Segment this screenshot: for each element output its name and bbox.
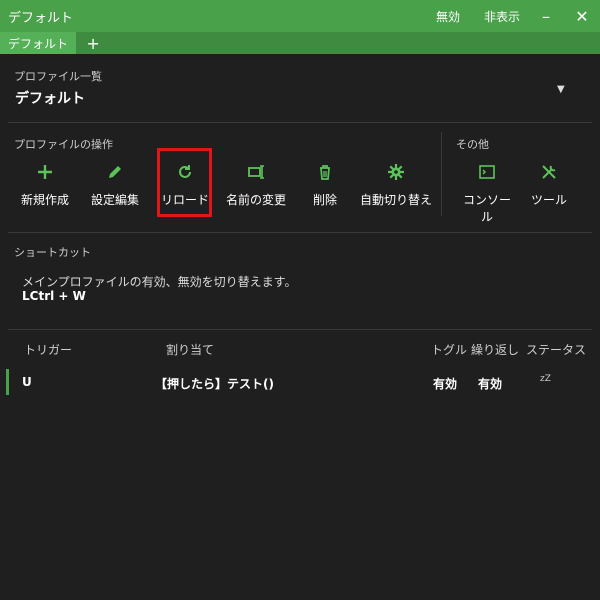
shortcut-label: ショートカット	[14, 246, 91, 259]
sleep-icon: zZ	[540, 374, 551, 384]
rename-button[interactable]: 名前の変更	[222, 163, 290, 208]
console-button[interactable]: コンソール	[458, 163, 516, 225]
minimize-button[interactable]: –	[528, 0, 564, 32]
row-trigger: U	[22, 375, 32, 389]
col-repeat[interactable]: 繰り返し	[471, 341, 519, 358]
col-toggle[interactable]: トグル	[431, 341, 467, 358]
other-label: その他	[456, 138, 489, 151]
edit-settings-label: 設定編集	[90, 193, 139, 207]
new-profile-label: 新規作成	[20, 193, 69, 207]
profile-dropdown[interactable]: デフォルト	[15, 88, 85, 108]
new-profile-button[interactable]: 新規作成	[14, 163, 76, 208]
row-assignment: 【押したら】テスト()	[155, 377, 274, 391]
auto-switch-button[interactable]: 自動切り替え	[358, 163, 434, 208]
gear-icon	[358, 163, 434, 185]
rename-label: 名前の変更	[225, 193, 286, 207]
shortcut-keys: LCtrl + W	[22, 289, 86, 303]
tools-button[interactable]: ツール	[528, 163, 570, 208]
hide-button[interactable]: 非表示	[484, 8, 520, 25]
highlight-box	[157, 148, 212, 217]
plus-icon	[14, 163, 76, 185]
row-toggle: 有効	[433, 377, 458, 391]
divider	[8, 122, 592, 123]
chevron-down-icon[interactable]: ▼	[557, 84, 565, 95]
col-trigger[interactable]: トリガー	[24, 341, 72, 358]
col-status[interactable]: ステータス	[526, 341, 586, 358]
profile-list-label: プロファイル一覧	[14, 70, 102, 83]
title-bar: デフォルト 無効 非表示 – ✕	[0, 0, 600, 32]
vertical-divider	[441, 132, 442, 216]
edit-settings-button[interactable]: 設定編集	[84, 163, 146, 208]
tab-default[interactable]: デフォルト	[0, 32, 77, 54]
delete-button[interactable]: 削除	[300, 163, 350, 208]
trash-icon	[300, 163, 350, 185]
add-tab-button[interactable]: +	[76, 32, 110, 54]
row-active-indicator	[6, 369, 9, 395]
shortcut-description: メインプロファイルの有効、無効を切り替えます。	[22, 275, 297, 289]
row-repeat: 有効	[478, 377, 503, 391]
console-icon	[458, 163, 516, 185]
console-label: コンソール	[462, 193, 511, 224]
rename-icon	[222, 163, 290, 185]
tools-icon	[528, 163, 570, 185]
pencil-icon	[84, 163, 146, 185]
divider	[8, 329, 592, 330]
col-assignment[interactable]: 割り当て	[166, 341, 214, 358]
window-title: デフォルト	[8, 10, 74, 26]
auto-switch-label: 自動切り替え	[359, 193, 432, 207]
divider	[8, 232, 592, 233]
operations-label: プロファイルの操作	[14, 138, 113, 151]
tab-bar: デフォルト +	[0, 32, 600, 54]
disable-button[interactable]: 無効	[436, 8, 460, 25]
delete-label: 削除	[312, 193, 337, 207]
close-button[interactable]: ✕	[564, 0, 600, 32]
tools-label: ツール	[530, 193, 567, 207]
